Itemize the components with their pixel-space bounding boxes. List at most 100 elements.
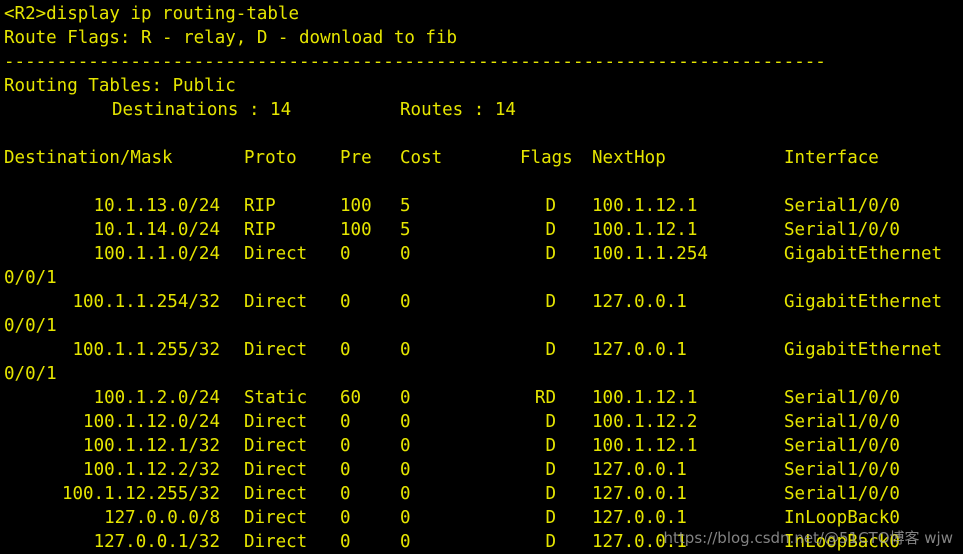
route-interface-wrap: 0/0/1 — [4, 268, 57, 288]
route-nexthop: 100.1.12.1 — [592, 220, 698, 240]
table-row-wrap: 0/0/1 — [0, 266, 963, 290]
route-cost: 0 — [400, 292, 411, 312]
route-nexthop: 127.0.0.1 — [592, 292, 687, 312]
route-pre: 100 — [340, 196, 372, 216]
header-destination: Destination/Mask — [4, 148, 173, 168]
route-interface: Serial1/0/0 — [784, 460, 900, 480]
route-proto: Direct — [244, 412, 308, 432]
route-destination: 100.1.1.0/24 — [93, 244, 220, 264]
route-proto: Direct — [244, 460, 308, 480]
table-title-line: Routing Tables: Public — [0, 74, 963, 98]
route-destination: 10.1.14.0/24 — [93, 220, 220, 240]
route-pre: 0 — [340, 460, 351, 480]
route-destination: 100.1.2.0/24 — [93, 388, 220, 408]
route-destination: 100.1.12.255/32 — [61, 484, 220, 504]
route-destination: 10.1.13.0/24 — [93, 196, 220, 216]
route-nexthop: 100.1.12.1 — [592, 436, 698, 456]
watermark-text: https://blog.csdn.net/@51CTO博客 wjw — [663, 529, 953, 547]
route-flags: D — [545, 220, 556, 240]
route-cost: 5 — [400, 196, 411, 216]
route-cost: 0 — [400, 484, 411, 504]
route-interface: Serial1/0/0 — [784, 196, 900, 216]
route-cost: 0 — [400, 340, 411, 360]
routes-count: Routes : 14 — [400, 100, 516, 120]
route-flags: D — [545, 436, 556, 456]
route-interface: Serial1/0/0 — [784, 412, 900, 432]
route-pre: 100 — [340, 220, 372, 240]
header-flags: Flags — [520, 148, 573, 168]
route-pre: 60 — [340, 388, 362, 408]
route-destination: 100.1.1.255/32 — [72, 340, 220, 360]
route-nexthop: 100.1.12.1 — [592, 196, 698, 216]
route-interface: GigabitEthernet — [784, 340, 943, 360]
table-row-wrap: 0/0/1 — [0, 362, 963, 386]
header-interface: Interface — [784, 148, 879, 168]
command-line: <R2>display ip routing-table — [0, 2, 963, 26]
table-row: 10.1.13.0/24 RIP 100 5 D 100.1.12.1 Serial1/0/… — [0, 194, 963, 218]
route-cost: 0 — [400, 412, 411, 432]
route-pre: 0 — [340, 532, 351, 552]
route-cost: 5 — [400, 220, 411, 240]
header-cost: Cost — [400, 148, 443, 168]
table-header: Destination/Mask Proto Pre Cost Flags Ne… — [0, 146, 963, 170]
route-nexthop: 127.0.0.1 — [592, 484, 687, 504]
route-flags: D — [545, 244, 556, 264]
destinations-count: Destinations : 14 — [112, 100, 292, 120]
route-interface: GigabitEthernet — [784, 244, 943, 264]
header-nexthop: NextHop — [592, 148, 666, 168]
route-cost: 0 — [400, 244, 411, 264]
route-pre: 0 — [340, 484, 351, 504]
route-proto: Direct — [244, 436, 308, 456]
route-flags: D — [545, 460, 556, 480]
route-cost: 0 — [400, 436, 411, 456]
route-proto: Direct — [244, 532, 308, 552]
route-flags: D — [545, 412, 556, 432]
table-row: 10.1.14.0/24 RIP 100 5 D 100.1.12.1 Serial1/0/… — [0, 218, 963, 242]
route-destination: 127.0.0.0/8 — [104, 508, 220, 528]
route-nexthop: 127.0.0.1 — [592, 460, 687, 480]
route-interface-wrap: 0/0/1 — [4, 316, 57, 336]
route-flags: D — [545, 532, 556, 552]
command-text: <R2>display ip routing-table — [4, 4, 300, 24]
route-nexthop: 100.1.12.1 — [592, 388, 698, 408]
route-proto: Direct — [244, 292, 308, 312]
route-nexthop: 100.1.12.2 — [592, 412, 698, 432]
route-cost: 0 — [400, 508, 411, 528]
table-row: 100.1.1.254/32 Direct 0 0 D 127.0.0.1 GigabitE… — [0, 290, 963, 314]
route-interface: Serial1/0/0 — [784, 436, 900, 456]
route-proto: RIP — [244, 196, 276, 216]
separator-text: ----------------------------------------… — [4, 52, 826, 72]
route-cost: 0 — [400, 532, 411, 552]
route-proto: Static — [244, 388, 308, 408]
table-row: 100.1.1.0/24 Direct 0 0 D 100.1.1.254 GigabitE… — [0, 242, 963, 266]
route-flags: D — [545, 508, 556, 528]
route-destination: 127.0.0.1/32 — [93, 532, 220, 552]
route-interface: Serial1/0/0 — [784, 220, 900, 240]
route-nexthop: 127.0.0.1 — [592, 340, 687, 360]
header-proto: Proto — [244, 148, 297, 168]
route-flags: D — [545, 196, 556, 216]
route-proto: Direct — [244, 340, 308, 360]
route-proto: RIP — [244, 220, 276, 240]
route-pre: 0 — [340, 244, 351, 264]
route-pre: 0 — [340, 436, 351, 456]
route-interface: Serial1/0/0 — [784, 388, 900, 408]
separator-line: ----------------------------------------… — [0, 50, 963, 74]
route-nexthop: 100.1.1.254 — [592, 244, 708, 264]
table-row: 100.1.12.255/32 Direct 0 0 D 127.0.0.1 Serial1… — [0, 482, 963, 506]
flags-legend-line: Route Flags: R - relay, D - download to … — [0, 26, 963, 50]
route-flags: D — [545, 340, 556, 360]
route-proto: Direct — [244, 484, 308, 504]
route-pre: 0 — [340, 340, 351, 360]
terminal-window[interactable]: <R2>display ip routing-table Route Flags… — [0, 0, 963, 554]
route-flags: D — [545, 484, 556, 504]
route-cost: 0 — [400, 460, 411, 480]
route-proto: Direct — [244, 508, 308, 528]
route-destination: 100.1.1.254/32 — [72, 292, 220, 312]
header-pre: Pre — [340, 148, 372, 168]
route-destination: 100.1.12.1/32 — [83, 436, 220, 456]
table-row: 100.1.2.0/24 Static 60 0 RD 100.1.12.1 Serial1… — [0, 386, 963, 410]
route-interface: GigabitEthernet — [784, 292, 943, 312]
route-proto: Direct — [244, 244, 308, 264]
table-title: Routing Tables: Public — [4, 76, 236, 96]
